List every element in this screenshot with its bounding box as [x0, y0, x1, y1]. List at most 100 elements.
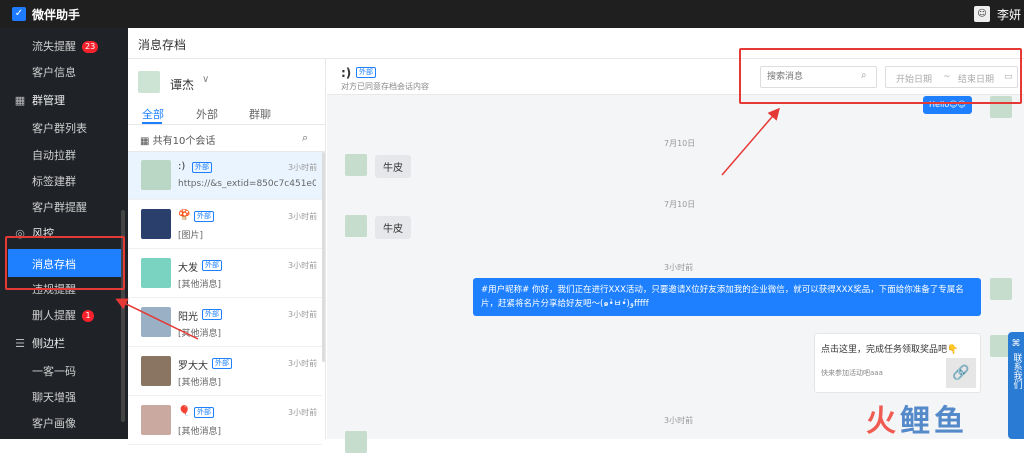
sidebar-icon: ☰: [15, 337, 25, 350]
grid-icon: ▦: [140, 136, 150, 147]
sidebar-item-churn-reminder[interactable]: 流失提醒 23: [32, 38, 99, 54]
chevron-down-icon[interactable]: ∨: [202, 74, 209, 85]
conversation-item[interactable]: 🍄 外部 3小时前 [图片]: [128, 201, 322, 249]
churn-count-badge: 23: [82, 41, 99, 53]
conversation-last-message: [其他消息]: [178, 378, 222, 388]
sidebar-item-tag-group[interactable]: 标签建群: [32, 173, 76, 189]
conversation-last-message: [其他消息]: [178, 329, 222, 339]
message-bubble-outgoing: #用户昵称# 你好，我们正在进行XXX活动，只要邀请X位好友添加我的企业微信，就…: [473, 278, 981, 316]
tab-all[interactable]: 全部: [142, 106, 164, 122]
contact-us-tab[interactable]: ⌘ 联系我们: [1008, 332, 1024, 439]
conversation-name: 罗大大: [178, 361, 208, 372]
conversation-item[interactable]: 大发 外部 3小时前 [其他消息]: [128, 250, 322, 298]
owner-name[interactable]: 谭杰: [170, 76, 194, 93]
avatar: [345, 154, 367, 176]
conversation-name: 阳光: [178, 312, 198, 323]
search-icon[interactable]: ⌕: [302, 131, 308, 145]
message-date: 7月10日: [664, 139, 696, 148]
conversation-name: 🍄: [178, 210, 191, 221]
external-tag: 外部: [194, 211, 214, 222]
conversation-panel: 谭杰 ∨ 全部 外部 群聊 ▦ 共有10个会话 ⌕ :) 外部 3小时前 htt…: [128, 59, 326, 445]
watermark-logo: 火鲤鱼: [866, 396, 968, 440]
sidebar: 流失提醒 23 客户信息 ▦ 群管理 客户群列表 自动拉群 标签建群 客户群提醒 ◎…: [0, 28, 128, 439]
watermark-char: 鱼: [934, 404, 968, 439]
grid-icon: ▦: [14, 94, 26, 107]
watermark-char: 火: [866, 404, 900, 439]
app-logo-icon: ✓: [12, 7, 26, 21]
sidebar-group-label: 群管理: [32, 94, 65, 107]
conversation-count: ▦ 共有10个会话: [140, 132, 215, 147]
conversation-item[interactable]: 🎈 外部 3小时前 [其他消息]: [128, 397, 322, 445]
link-card-message[interactable]: 点击这里，完成任务领取奖品吧👇 快来参加活动吧aaa 🔗: [814, 333, 981, 393]
external-tag: 外部: [356, 67, 376, 78]
tabs-divider: [128, 124, 325, 125]
sidebar-item-customer-group-list[interactable]: 客户群列表: [32, 120, 87, 136]
message-bubble-incoming: 牛皮: [375, 216, 411, 239]
sidebar-item-customer-info[interactable]: 客户信息: [32, 64, 76, 80]
conversation-name: 大发: [178, 263, 198, 274]
avatar: [141, 209, 171, 239]
tab-external[interactable]: 外部: [196, 106, 218, 122]
user-avatar[interactable]: ☺: [974, 6, 990, 22]
delete-count-badge: 1: [82, 310, 94, 322]
conversation-last-message: https://&s_extid=850c7c451e0c6b...: [178, 179, 316, 189]
card-title: 点击这里，完成任务领取奖品吧👇: [821, 345, 959, 355]
conversation-last-message: [其他消息]: [178, 427, 222, 437]
external-tag: 外部: [212, 358, 232, 369]
sidebar-highlight-box: [5, 236, 125, 290]
app-title: 微伴助手: [32, 8, 81, 22]
conversation-item[interactable]: 罗大大 外部 3小时前 [其他消息]: [128, 348, 322, 396]
conversation-time: 3小时前: [288, 163, 318, 172]
sidebar-group-group-management[interactable]: ▦ 群管理: [14, 92, 65, 108]
conversation-time: 3小时前: [288, 212, 318, 221]
sidebar-group-label: 侧边栏: [32, 337, 65, 350]
avatar: [141, 160, 171, 190]
conversation-time: 3小时前: [288, 310, 318, 319]
avatar: [141, 258, 171, 288]
owner-avatar: [138, 71, 160, 93]
sidebar-item-label: 删人提醒: [32, 309, 76, 322]
external-tag: 外部: [192, 162, 212, 173]
watermark-char: 鲤: [900, 404, 934, 439]
message-bubble-incoming: 牛皮: [375, 155, 411, 178]
chat-subtitle: 对方已同意存档会话内容: [341, 82, 429, 91]
conversation-last-message: [其他消息]: [178, 280, 222, 290]
search-highlight-box: [739, 48, 1022, 104]
page-title: 消息存档: [138, 38, 187, 52]
conversation-list-scrollbar[interactable]: [322, 152, 325, 362]
contact-us-label: 联系我们: [1011, 353, 1022, 389]
link-icon: 🔗: [946, 358, 976, 388]
conversation-time: 3小时前: [288, 261, 318, 270]
avatar: [141, 356, 171, 386]
sidebar-item-auto-group[interactable]: 自动拉群: [32, 147, 76, 163]
avatar: [345, 431, 367, 453]
avatar: [990, 278, 1012, 300]
conversation-name: :): [178, 161, 186, 172]
sidebar-item-label: 流失提醒: [32, 40, 76, 53]
card-subtitle: 快来参加活动吧aaa: [821, 369, 883, 377]
message-date: 3小时前: [664, 263, 694, 272]
conversation-name: 🎈: [178, 406, 191, 417]
chat-title: :): [341, 66, 352, 80]
sidebar-group-side-panel[interactable]: ☰ 侧边栏: [14, 335, 65, 351]
conversation-item[interactable]: :) 外部 3小时前 https://&s_extid=850c7c451e0c…: [128, 152, 322, 200]
avatar: [141, 405, 171, 435]
sidebar-item-customer-portrait[interactable]: 客户画像: [32, 415, 76, 431]
sidebar-item-one-customer-one-code[interactable]: 一客一码: [32, 363, 76, 379]
sidebar-item-group-reminder[interactable]: 客户群提醒: [32, 199, 87, 215]
top-bar: ✓ 微伴助手 ☺ 李妍: [0, 0, 1024, 28]
conversation-last-message: [图片]: [178, 231, 204, 241]
sidebar-item-chat-enhance[interactable]: 聊天增强: [32, 389, 76, 405]
avatar: [141, 307, 171, 337]
user-name[interactable]: 李妍: [997, 6, 1021, 23]
external-tag: 外部: [202, 260, 222, 271]
tab-group-chat[interactable]: 群聊: [249, 106, 271, 122]
chat-icon: ⌘: [1011, 339, 1021, 349]
message-date: 3小时前: [664, 416, 694, 425]
external-tag: 外部: [202, 309, 222, 320]
conversation-item[interactable]: 阳光 外部 3小时前 [其他消息]: [128, 299, 322, 347]
conversation-time: 3小时前: [288, 359, 318, 368]
conversation-count-label: 共有10个会话: [152, 136, 216, 147]
message-date: 7月10日: [664, 200, 696, 209]
sidebar-item-delete-reminder[interactable]: 删人提醒 1: [32, 307, 94, 323]
